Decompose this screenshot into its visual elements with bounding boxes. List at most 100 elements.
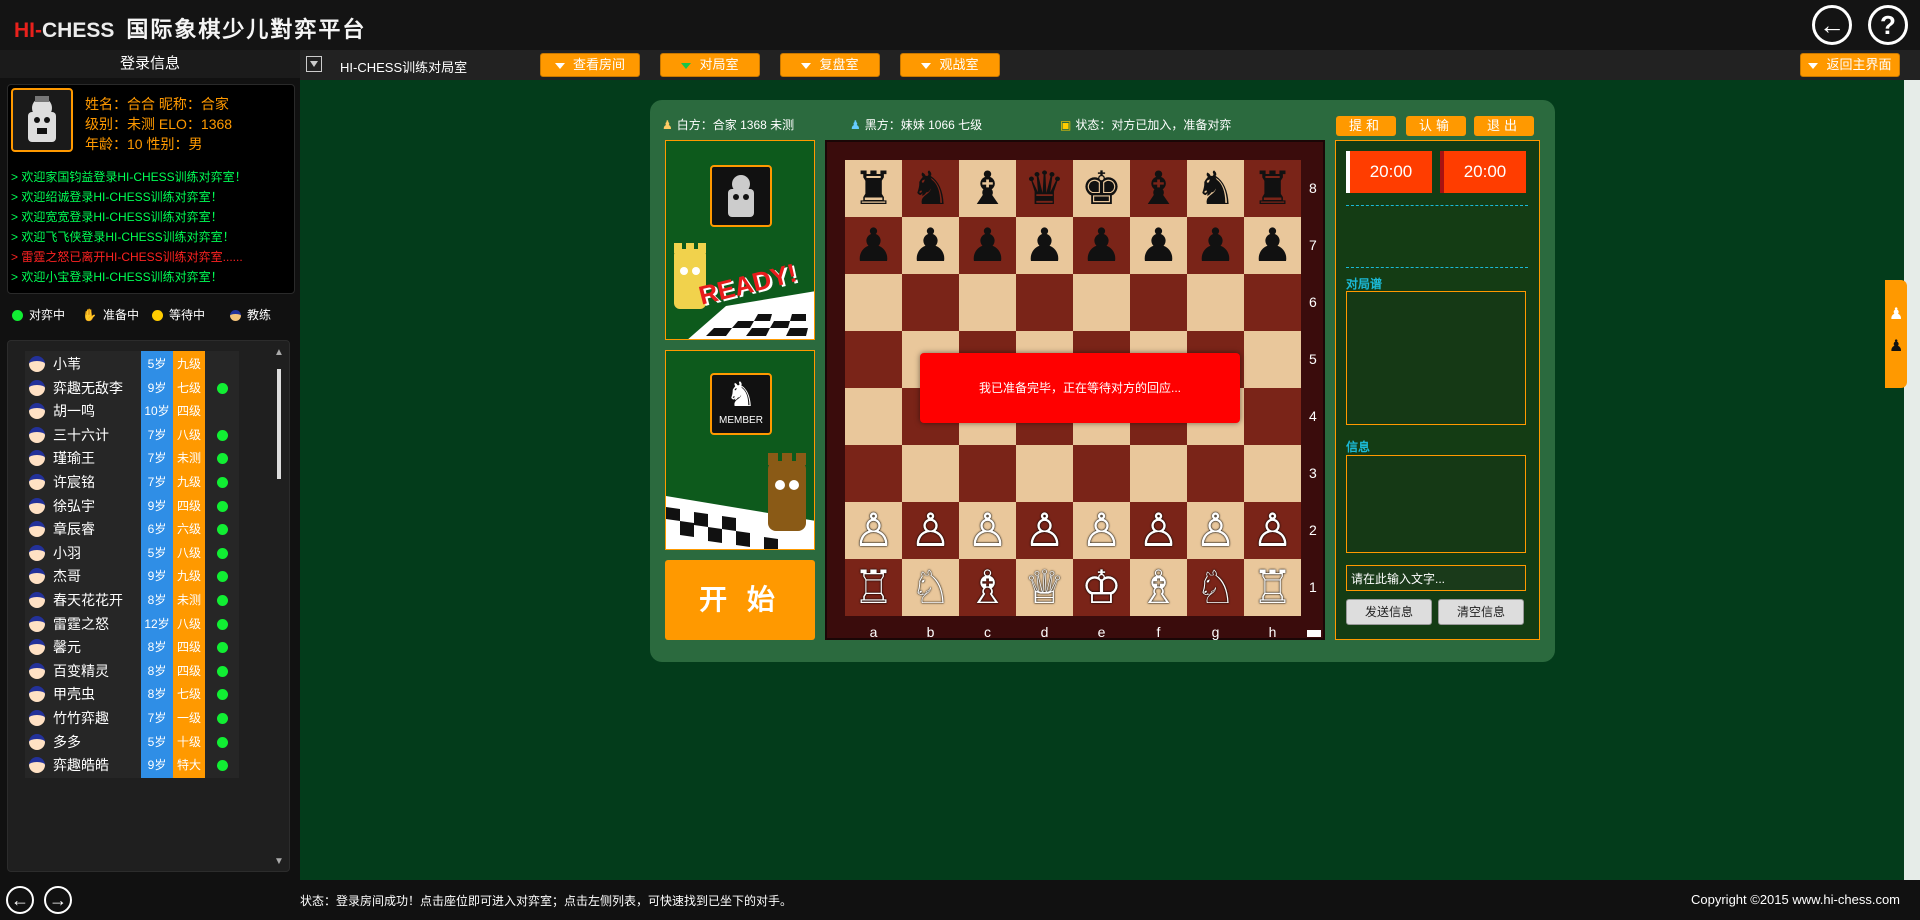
board-square[interactable]: ♜ <box>845 160 902 217</box>
chess-piece[interactable]: ♙ <box>853 503 894 557</box>
board-square[interactable]: ♗ <box>1130 559 1187 616</box>
chess-piece[interactable]: ♙ <box>1081 503 1122 557</box>
board-square[interactable]: ♙ <box>1130 502 1187 559</box>
player-row[interactable]: 雷霆之怒 12岁 八级 <box>25 610 253 637</box>
board-square[interactable]: ♙ <box>1244 502 1301 559</box>
player-row[interactable]: 徐弘宇 9岁 四级 <box>25 492 253 519</box>
player-row[interactable]: 甲壳虫 8岁 七级 <box>25 681 253 708</box>
game-room-button[interactable]: 对局室 <box>660 53 760 77</box>
opponent-seat[interactable]: READY! <box>665 140 815 340</box>
board-square[interactable] <box>1130 445 1187 502</box>
board-square[interactable] <box>902 445 959 502</box>
back-arrow-icon[interactable]: ← <box>1812 5 1852 45</box>
chess-piece[interactable]: ♝ <box>967 161 1008 215</box>
board-square[interactable]: ♟ <box>959 217 1016 274</box>
board-square[interactable]: ♙ <box>845 502 902 559</box>
board-square[interactable]: ♟ <box>845 217 902 274</box>
start-button[interactable]: 开 始 <box>665 560 815 640</box>
board-square[interactable] <box>1187 274 1244 331</box>
board-square[interactable] <box>1073 274 1130 331</box>
view-room-button[interactable]: 查看房间 <box>540 53 640 77</box>
board-square[interactable]: ♙ <box>1187 502 1244 559</box>
player-seat[interactable]: ♞ MEMBER <box>665 350 815 550</box>
chess-piece[interactable]: ♟ <box>853 218 894 272</box>
board-square[interactable]: ♟ <box>1187 217 1244 274</box>
player-row[interactable]: 杰哥 9岁 九级 <box>25 563 253 590</box>
chess-piece[interactable]: ♘ <box>910 560 951 614</box>
help-icon[interactable]: ? <box>1868 5 1908 45</box>
chess-piece[interactable]: ♛ <box>1024 161 1065 215</box>
board-square[interactable]: ♜ <box>1244 160 1301 217</box>
board-square[interactable] <box>1016 274 1073 331</box>
board-square[interactable]: ♔ <box>1073 559 1130 616</box>
scroll-thumb[interactable] <box>277 369 281 479</box>
chess-piece[interactable]: ♟ <box>1252 218 1293 272</box>
game-record-box[interactable] <box>1346 291 1526 425</box>
watch-room-button[interactable]: 观战室 <box>900 53 1000 77</box>
chess-piece[interactable]: ♞ <box>910 161 951 215</box>
board-square[interactable]: ♟ <box>1244 217 1301 274</box>
player-row[interactable]: 馨元 8岁 四级 <box>25 634 253 661</box>
player-row[interactable]: 许宸铭 7岁 九级 <box>25 469 253 495</box>
chess-piece[interactable]: ♗ <box>967 560 1008 614</box>
scroll-down-icon[interactable]: ▼ <box>274 856 284 867</box>
board-square[interactable] <box>959 445 1016 502</box>
chess-piece[interactable]: ♙ <box>1024 503 1065 557</box>
board-square[interactable] <box>1073 445 1130 502</box>
board-square[interactable]: ♝ <box>959 160 1016 217</box>
chess-piece[interactable]: ♖ <box>1252 560 1293 614</box>
player-row[interactable]: 胡一鸣 10岁 四级 <box>25 398 253 425</box>
prev-arrow-icon[interactable]: ← <box>6 886 34 914</box>
board-square[interactable] <box>1130 274 1187 331</box>
chess-piece[interactable]: ♙ <box>1138 503 1179 557</box>
flip-board-icon[interactable] <box>1307 630 1321 637</box>
board-square[interactable] <box>845 274 902 331</box>
board-square[interactable]: ♟ <box>1016 217 1073 274</box>
board-square[interactable]: ♙ <box>1016 502 1073 559</box>
chess-piece[interactable]: ♙ <box>910 503 951 557</box>
board-square[interactable]: ♛ <box>1016 160 1073 217</box>
player-list-scrollbar[interactable]: ▲ ▼ <box>274 347 284 867</box>
send-message-button[interactable]: 发送信息 <box>1346 599 1432 625</box>
resign-button[interactable]: 认输 <box>1406 116 1466 136</box>
chess-piece[interactable]: ♘ <box>1195 560 1236 614</box>
board-square[interactable]: ♖ <box>1244 559 1301 616</box>
chess-piece[interactable]: ♕ <box>1024 560 1065 614</box>
chess-piece[interactable]: ♙ <box>1195 503 1236 557</box>
board-square[interactable]: ♚ <box>1073 160 1130 217</box>
board-square[interactable] <box>1244 445 1301 502</box>
chess-piece[interactable]: ♟ <box>910 218 951 272</box>
board-square[interactable]: ♖ <box>845 559 902 616</box>
player-row[interactable]: 弈趣皓皓 9岁 特大 <box>25 752 253 779</box>
player-row[interactable]: 三十六计 7岁 八级 <box>25 421 253 448</box>
board-square[interactable]: ♘ <box>902 559 959 616</box>
player-row[interactable]: 弈趣无敌李 9岁 七级 <box>25 374 253 401</box>
board-square[interactable] <box>1244 274 1301 331</box>
main-scrollbar[interactable] <box>1904 80 1920 880</box>
player-row[interactable]: 瑾瑜王 7岁 未测 <box>25 445 253 472</box>
board-square[interactable]: ♙ <box>959 502 1016 559</box>
scroll-up-icon[interactable]: ▲ <box>274 347 284 358</box>
chess-piece[interactable]: ♝ <box>1138 161 1179 215</box>
player-row[interactable]: 百变精灵 8岁 四级 <box>25 657 253 684</box>
draw-button[interactable]: 提和 <box>1336 116 1396 136</box>
menu-dropdown-icon[interactable] <box>306 56 322 72</box>
board-square[interactable] <box>1244 388 1301 445</box>
board-square[interactable]: ♘ <box>1187 559 1244 616</box>
player-row[interactable]: 章辰睿 6岁 六级 <box>25 516 253 543</box>
chess-piece[interactable]: ♟ <box>1081 218 1122 272</box>
player-row[interactable]: 多多 5岁 十级 <box>25 728 253 755</box>
review-room-button[interactable]: 复盘室 <box>780 53 880 77</box>
board-square[interactable]: ♞ <box>1187 160 1244 217</box>
player-row[interactable]: 小羽 5岁 八级 <box>25 539 253 566</box>
board-square[interactable] <box>1187 445 1244 502</box>
board-square[interactable] <box>959 274 1016 331</box>
back-main-button[interactable]: 返回主界面 <box>1800 53 1900 77</box>
board-square[interactable] <box>845 445 902 502</box>
chess-piece[interactable]: ♔ <box>1081 560 1122 614</box>
next-arrow-icon[interactable]: → <box>44 886 72 914</box>
board-square[interactable]: ♟ <box>902 217 959 274</box>
info-box[interactable] <box>1346 455 1526 553</box>
board-square[interactable]: ♙ <box>1073 502 1130 559</box>
board-square[interactable] <box>1016 445 1073 502</box>
